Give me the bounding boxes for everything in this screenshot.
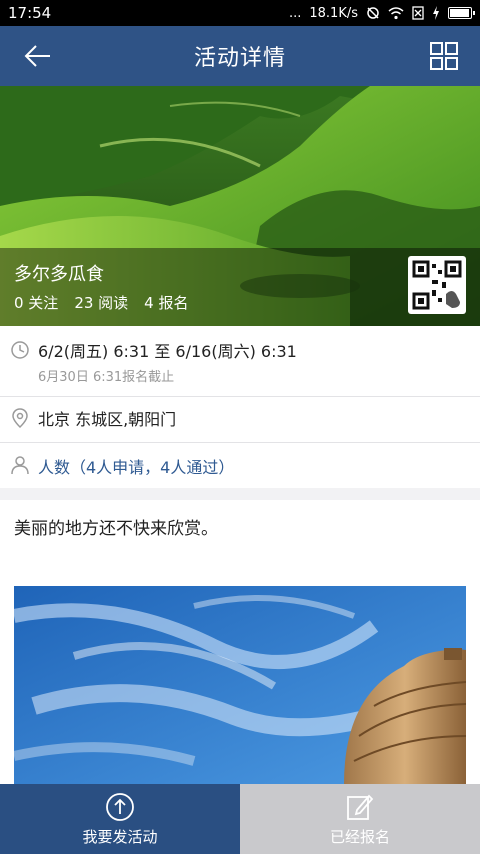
registered-button[interactable]: 已经报名 — [240, 784, 480, 854]
no-sim-icon — [412, 6, 424, 20]
battery-icon — [448, 7, 475, 19]
signup-deadline: 6月30日 6:31报名截止 — [38, 370, 175, 385]
qr-code-button[interactable] — [408, 256, 466, 314]
upload-circle-icon — [106, 792, 134, 821]
alarm-off-icon — [367, 7, 379, 19]
top-app-bar: 活动详情 — [0, 26, 480, 86]
signup-count: 4 报名 — [144, 294, 189, 312]
qr-code-icon — [412, 260, 462, 310]
location-pin-icon — [12, 408, 28, 428]
network-speed: 18.1K/s — [309, 5, 358, 21]
clock-icon — [11, 341, 29, 359]
back-arrow-icon[interactable] — [22, 40, 54, 72]
registered-label: 已经报名 — [329, 827, 390, 846]
bottom-action-bar: 我要发活动 已经报名 — [0, 784, 480, 854]
event-stats: 0 关注 23 阅读 4 报名 — [14, 292, 188, 313]
wifi-icon — [388, 7, 404, 20]
publish-activity-button[interactable]: 我要发活动 — [0, 784, 240, 854]
edit-icon — [347, 794, 374, 820]
event-info-card: 6/2(周五) 6:31 至 6/16(周六) 6:31 6月30日 6:31报… — [0, 326, 480, 488]
page-title: 活动详情 — [193, 46, 286, 71]
charging-icon — [433, 6, 439, 20]
divider — [0, 442, 480, 443]
photo-image — [14, 586, 466, 784]
event-cover: 多尔多瓜食 0 关注 23 阅读 4 报名 — [0, 86, 480, 326]
grid-menu-icon[interactable] — [430, 42, 458, 70]
event-description: 美丽的地方还不快来欣赏。 — [0, 500, 480, 784]
status-right: ... 18.1K/s — [288, 5, 475, 21]
location-text: 北京 东城区,朝阳门 — [38, 410, 177, 429]
person-icon — [11, 456, 29, 475]
follow-count: 0 关注 — [14, 294, 59, 312]
description-text: 美丽的地方还不快来欣赏。 — [14, 519, 218, 539]
publish-activity-label: 我要发活动 — [82, 827, 158, 846]
event-title: 多尔多瓜食 — [14, 264, 104, 285]
date-range: 6/2(周五) 6:31 至 6/16(周六) 6:31 — [38, 342, 297, 361]
divider — [0, 396, 480, 397]
status-time: 17:54 — [8, 4, 52, 22]
description-photo — [14, 586, 466, 784]
status-dots: ... — [288, 5, 302, 21]
read-count: 23 阅读 — [74, 294, 129, 312]
people-count: 人数（4人申请，4人通过） — [38, 458, 235, 477]
status-bar: 17:54 ... 18.1K/s — [0, 0, 480, 26]
